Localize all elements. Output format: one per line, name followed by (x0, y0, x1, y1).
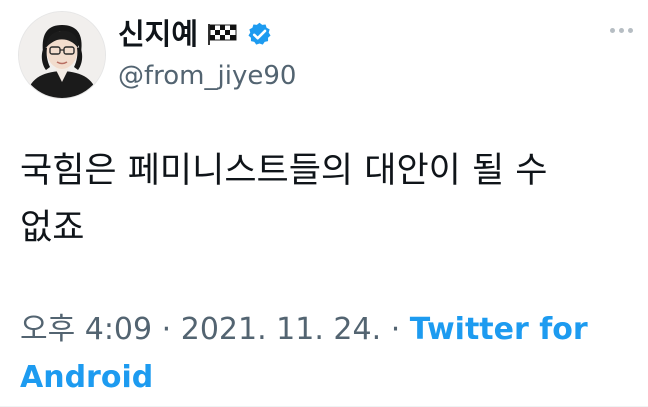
tweet-metadata: 오후 4:09 · 2021. 11. 24. · Twitter for An… (20, 306, 640, 402)
tweet-card: 신지예 @from_jiye90 국힘은 페미니스트들의 대안이 될 수 없죠 … (0, 0, 648, 407)
display-name[interactable]: 신지예 (118, 19, 198, 49)
more-dot-icon (609, 27, 615, 33)
tweet-text: 국힘은 페미니스트들의 대안이 될 수 없죠 (20, 151, 548, 248)
tweet-time[interactable]: 오후 4:09 (20, 312, 152, 347)
separator: · (390, 312, 401, 347)
separator: · (161, 312, 172, 347)
author-name-row: 신지예 (118, 14, 273, 54)
avatar[interactable] (18, 11, 106, 99)
verified-badge-icon (246, 21, 273, 48)
user-handle[interactable]: @from_jiye90 (118, 60, 296, 92)
more-dot-icon (618, 27, 624, 33)
profile-photo-icon (19, 12, 105, 98)
tweet-date[interactable]: 2021. 11. 24. (181, 312, 381, 347)
more-options-button[interactable] (604, 16, 638, 44)
more-dot-icon (627, 27, 633, 33)
checkered-flag-icon (207, 23, 237, 45)
